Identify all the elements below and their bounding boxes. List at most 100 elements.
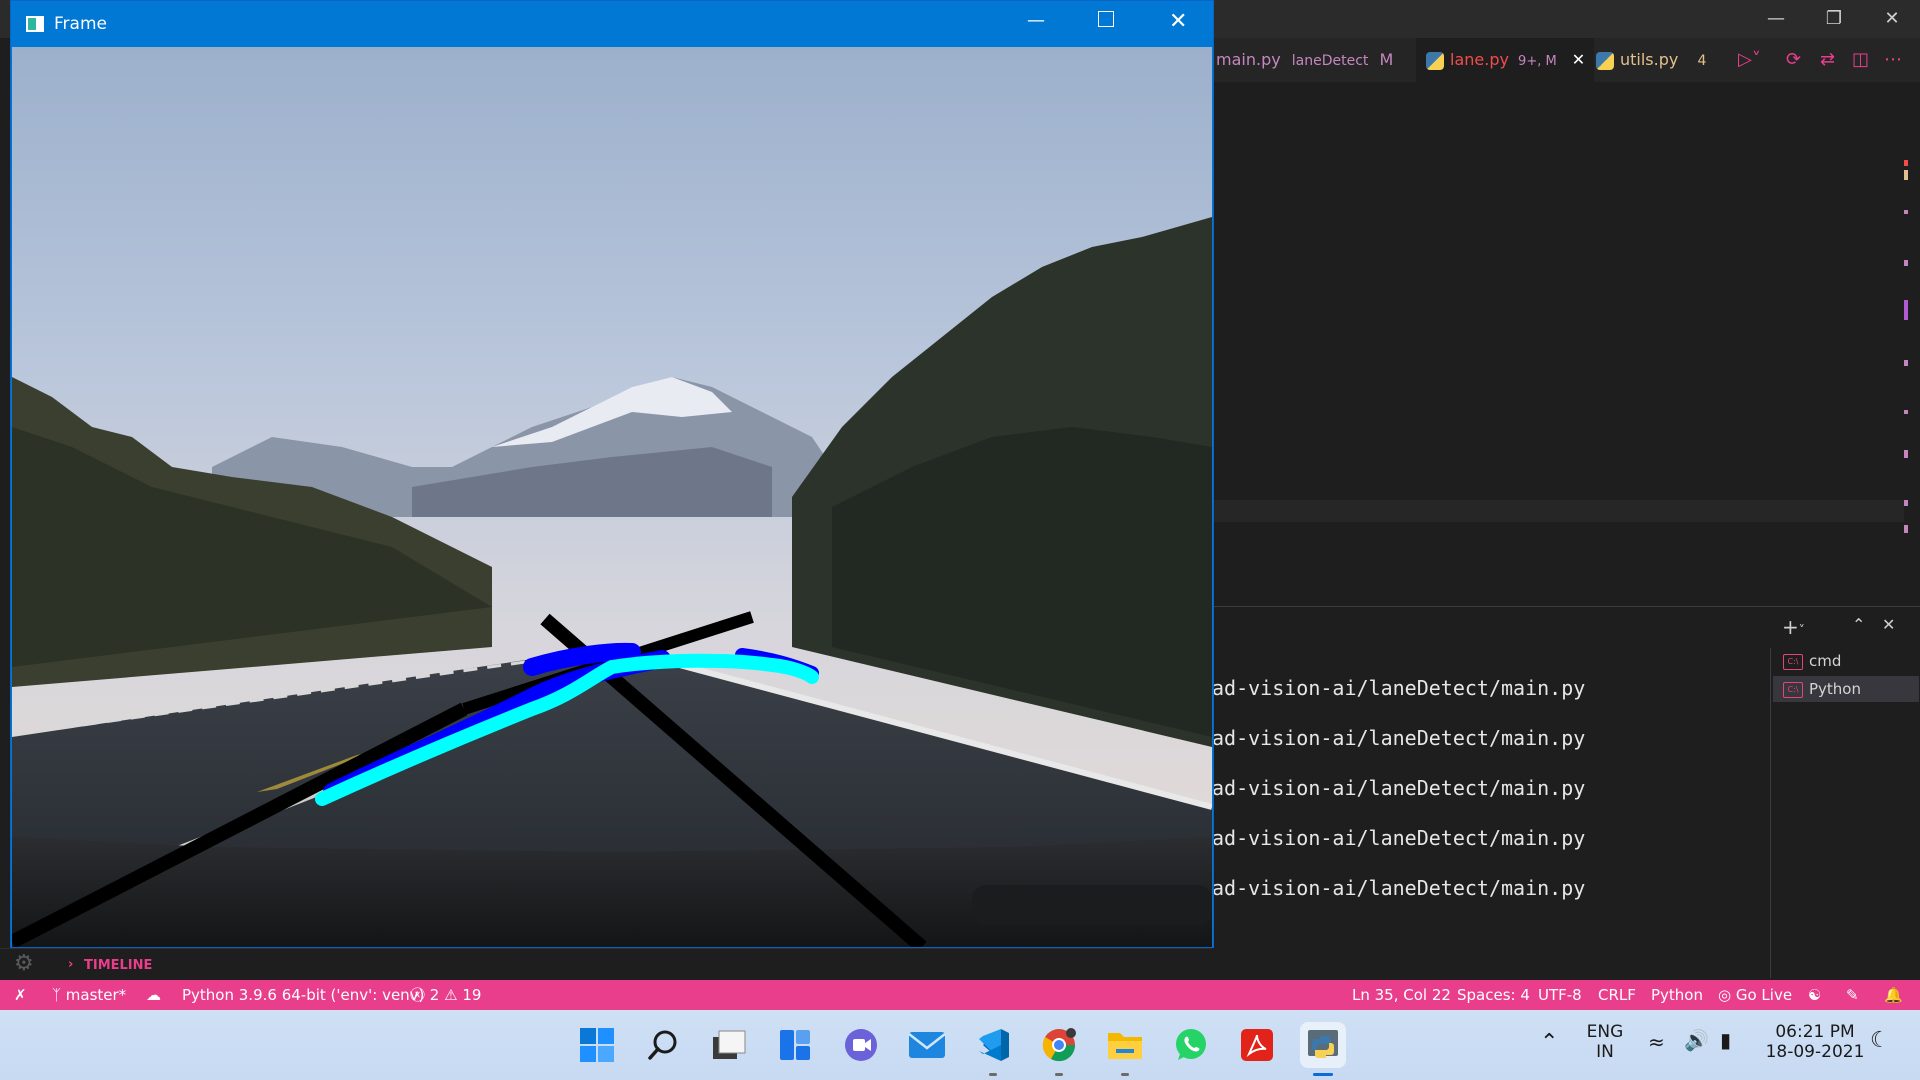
manage-gear-icon[interactable]: ⚙ [14, 951, 34, 976]
terminal-icon: C:\ [1783, 681, 1803, 698]
search-icon[interactable] [640, 1022, 686, 1068]
minimap-mark [1904, 300, 1908, 320]
tab-badge: M [1379, 50, 1394, 69]
notifications-icon[interactable]: 🔔 [1884, 980, 1903, 1010]
python-file-icon [1596, 51, 1614, 70]
terminal-line: ad-vision-ai/laneDetect/main.py [1212, 876, 1586, 900]
teams-chat-icon[interactable] [838, 1022, 884, 1068]
timeline-section[interactable]: ⚙ › TIMELINE [0, 948, 1212, 981]
running-indicator [989, 1073, 997, 1076]
current-line-highlight [1212, 500, 1904, 522]
video-frame[interactable] [12, 47, 1212, 947]
windows-start-icon[interactable] [574, 1022, 620, 1068]
more-actions-icon[interactable]: ⋯ [1884, 38, 1902, 82]
vscode-icon[interactable] [970, 1022, 1016, 1076]
vscode-restore-button[interactable]: ❐ [1816, 4, 1852, 34]
encoding[interactable]: UTF-8 [1538, 980, 1582, 1010]
chevron-right-icon: › [68, 957, 74, 972]
minimap-mark [1904, 210, 1908, 214]
language-bottom: IN [1596, 1042, 1614, 1062]
python-interpreter[interactable]: Python 3.9.6 64-bit ('env': venv) [182, 980, 424, 1010]
run-button[interactable]: ▷˅ [1738, 38, 1761, 82]
clock-date: 18-09-2021 [1765, 1042, 1865, 1062]
clock-time: 06:21 PM [1775, 1022, 1855, 1042]
terminal-line: ad-vision-ai/laneDetect/main.py [1212, 676, 1586, 700]
frame-minimize-button[interactable]: — [1027, 10, 1045, 31]
acrobat-icon[interactable] [1234, 1022, 1280, 1068]
tab-label: lane.py [1450, 50, 1509, 69]
frame-maximize-button[interactable] [1098, 11, 1114, 27]
minimap-mark [1904, 500, 1908, 506]
compare-icon[interactable]: ⇄ [1820, 38, 1835, 82]
terminal-session-python[interactable]: C:\ Python [1773, 676, 1919, 702]
feedback-icon[interactable]: ✎ [1846, 980, 1859, 1010]
mail-icon[interactable] [904, 1022, 950, 1068]
app-window-icon [26, 16, 44, 32]
file-explorer-icon[interactable] [1102, 1022, 1148, 1076]
go-live-label: Go Live [1735, 986, 1793, 1004]
branch-indicator[interactable]: ᛉ master* [52, 980, 126, 1010]
tab-label: utils.py [1620, 50, 1679, 69]
language-mode[interactable]: Python [1651, 980, 1703, 1010]
clock[interactable]: 06:21 PM 18-09-2021 [1762, 1022, 1868, 1062]
accounts-icon[interactable]: ☯ [1808, 980, 1821, 1010]
status-bar: ✗ ᛉ master* ☁ Python 3.9.6 64-bit ('env'… [0, 980, 1920, 1010]
minimap-mark [1904, 450, 1908, 458]
minimap-mark [1904, 360, 1908, 366]
running-indicator [1121, 1073, 1129, 1076]
whatsapp-icon[interactable] [1168, 1022, 1214, 1068]
chrome-icon[interactable] [1036, 1022, 1082, 1076]
timeline-label: TIMELINE [84, 958, 153, 973]
sync-icon[interactable]: ☁ [146, 980, 161, 1010]
widgets-icon[interactable] [772, 1022, 818, 1068]
warning-count: 19 [462, 986, 482, 1004]
terminal-line: ad-vision-ai/laneDetect/main.py [1212, 826, 1586, 850]
editor-tabs: main.py laneDetect M lane.py 9+, M ✕ uti… [1212, 38, 1920, 82]
terminal-session-label: cmd [1809, 652, 1842, 670]
cursor-position[interactable]: Ln 35, Col 22 [1352, 980, 1451, 1010]
taskbar: ⌃ ENG IN ≈ 🔊 ▮ 06:21 PM 18-09-2021 ☾ [0, 1010, 1920, 1080]
history-icon[interactable]: ⟳ [1786, 38, 1801, 82]
problems-indicator[interactable]: ⓧ 2 ⚠ 19 [410, 980, 481, 1010]
tab-utils-py[interactable]: utils.py 4 [1596, 38, 1706, 82]
frame-window: Frame — ✕ [10, 0, 1214, 948]
battery-icon[interactable]: ▮ [1720, 1028, 1731, 1052]
terminal-session-cmd[interactable]: C:\ cmd [1773, 648, 1919, 674]
language-top: ENG [1586, 1022, 1624, 1042]
close-panel-icon[interactable]: ✕ [1882, 615, 1895, 634]
desktop: — ❐ ✕ main.py laneDetect M lane.py 9+, M… [0, 0, 1920, 1080]
minimap-error-mark [1904, 160, 1908, 166]
minimap-mark [1904, 410, 1908, 414]
indentation[interactable]: Spaces: 4 [1457, 980, 1530, 1010]
go-live-button[interactable]: ◎ Go Live [1718, 980, 1792, 1010]
focus-assist-icon[interactable]: ☾ [1870, 1028, 1890, 1053]
frame-close-button[interactable]: ✕ [1169, 9, 1187, 34]
minimap[interactable] [1904, 150, 1910, 540]
language-indicator[interactable]: ENG IN [1580, 1022, 1630, 1062]
python-icon[interactable] [1300, 1022, 1346, 1076]
line-ending[interactable]: CRLF [1598, 980, 1636, 1010]
show-hidden-icons-icon[interactable]: ⌃ [1540, 1030, 1558, 1055]
tab-close-icon[interactable]: ✕ [1572, 50, 1585, 69]
split-editor-icon[interactable]: ◫ [1852, 38, 1869, 82]
volume-icon[interactable]: 🔊 [1684, 1028, 1709, 1052]
editor-area[interactable] [1212, 82, 1920, 606]
tab-label: main.py [1216, 50, 1281, 69]
terminal-icon: C:\ [1783, 653, 1803, 670]
tab-main-py[interactable]: main.py laneDetect M [1216, 38, 1393, 82]
tab-lane-py[interactable]: lane.py 9+, M ✕ [1416, 38, 1594, 82]
maximize-panel-icon[interactable]: ⌃ [1852, 615, 1865, 634]
dashboard-vent [972, 885, 1212, 925]
active-indicator [1313, 1073, 1333, 1076]
remote-icon[interactable]: ✗ [14, 980, 27, 1010]
tab-detail: 9+, M [1518, 54, 1557, 69]
vscode-minimize-button[interactable]: — [1758, 4, 1794, 34]
new-terminal-button[interactable]: +˅ [1782, 615, 1805, 639]
frame-titlebar[interactable]: Frame — ✕ [11, 1, 1213, 47]
python-file-icon [1426, 51, 1444, 70]
task-view-icon[interactable] [706, 1022, 752, 1068]
wifi-icon[interactable]: ≈ [1648, 1030, 1665, 1054]
lane-detection-image [12, 47, 1212, 947]
terminal-line: ad-vision-ai/laneDetect/main.py [1212, 776, 1586, 800]
vscode-close-button[interactable]: ✕ [1874, 4, 1910, 34]
